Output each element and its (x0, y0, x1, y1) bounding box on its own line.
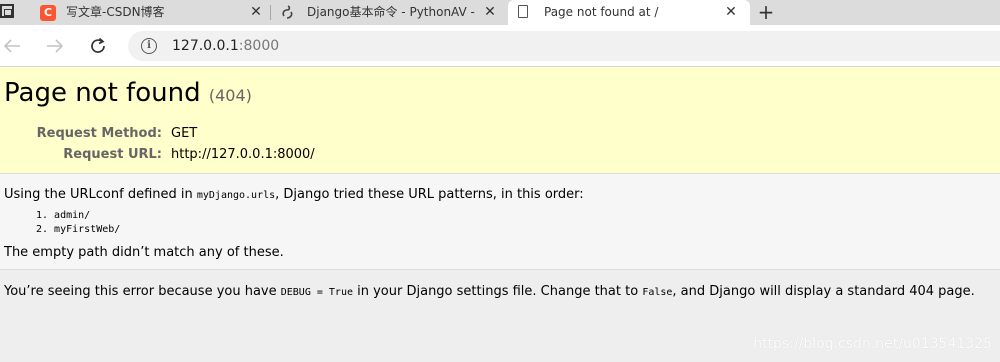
window-menu-icon[interactable] (0, 4, 14, 18)
site-info-icon[interactable]: i (141, 38, 157, 54)
url-host: 127.0.0.1 (172, 38, 239, 54)
address-bar[interactable]: i 127.0.0.1:8000 (128, 31, 1000, 61)
browser-toolbar: i 127.0.0.1:8000 (0, 25, 1000, 67)
close-icon[interactable]: ✕ (248, 0, 264, 25)
tab-title: Page not found at / (544, 5, 659, 19)
urlconf-name: myDjango.urls (196, 190, 276, 201)
python-snake-icon (282, 5, 293, 19)
urlconf-intro: Using the URLconf defined in myDjango.ur… (4, 187, 584, 202)
url-pattern-item: 1. admin/ (36, 210, 91, 221)
new-tab-button[interactable]: + (754, 0, 778, 25)
request-url-label: Request URL: (63, 147, 162, 162)
back-button[interactable] (0, 34, 24, 58)
close-icon[interactable]: ✕ (482, 0, 498, 25)
tab-title: Django基本命令 - PythonAV - 博 (307, 5, 475, 19)
forward-button[interactable] (43, 34, 67, 58)
tab-title: 写文章-CSDN博客 (66, 5, 165, 19)
urlconf-info: Using the URLconf defined in myDjango.ur… (0, 174, 1000, 270)
tab-django[interactable]: Django基本命令 - PythonAV - 博 ✕ (271, 0, 507, 25)
url-pattern-item: 2. myFirstWeb/ (36, 224, 121, 235)
arrow-right-icon (47, 39, 64, 53)
explanation-text: You’re seeing this error because you hav… (4, 284, 975, 299)
watermark: https://blog.csdn.net/u013541325 (753, 336, 992, 352)
request-method-label: Request Method: (36, 126, 162, 141)
page-icon (518, 5, 528, 18)
false-value: False (642, 287, 673, 298)
url-text[interactable]: 127.0.0.1:8000 (172, 31, 279, 61)
intro-prefix: Using the URLconf defined in (4, 187, 197, 202)
tab-csdn[interactable]: C 写文章-CSDN博客 ✕ (34, 0, 270, 25)
request-url-value: http://127.0.0.1:8000/ (171, 147, 315, 162)
debug-setting: DEBUG = True (280, 287, 353, 298)
arrow-left-icon (3, 39, 20, 53)
error-summary: Page not found (404) Request Method: GET… (0, 67, 1000, 174)
debug-explanation: You’re seeing this error because you hav… (0, 270, 1000, 362)
refresh-icon (91, 37, 105, 53)
request-method-value: GET (171, 126, 198, 141)
explanation-prefix: You’re seeing this error because you hav… (4, 284, 281, 299)
no-match-message: The empty path didn’t match any of these… (4, 245, 284, 260)
close-icon[interactable]: ✕ (723, 0, 739, 25)
url-port: :8000 (238, 38, 280, 54)
status-code: (404) (208, 86, 252, 105)
explanation-middle: in your Django settings file. Change tha… (353, 284, 643, 299)
intro-suffix: , Django tried these URL patterns, in th… (275, 187, 584, 202)
page-title-text: Page not found (4, 78, 201, 108)
tab-page-not-found[interactable]: Page not found at / ✕ (508, 0, 750, 25)
tab-strip: C 写文章-CSDN博客 ✕ Django基本命令 - PythonAV - 博… (0, 0, 1000, 25)
csdn-icon: C (40, 5, 56, 21)
page-title: Page not found (404) (4, 78, 252, 108)
explanation-suffix: , and Django will display a standard 404… (672, 284, 975, 299)
reload-button[interactable] (86, 34, 110, 58)
